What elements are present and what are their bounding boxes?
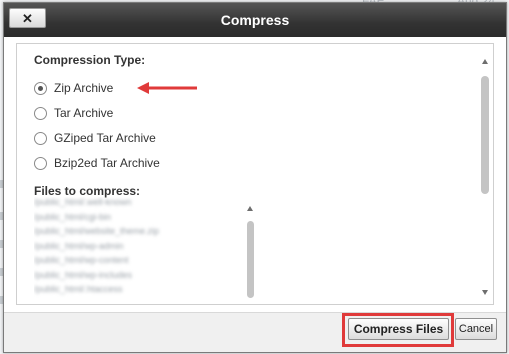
scrollbar-thumb[interactable]: [481, 76, 489, 194]
file-list: /public_html/.well-known /public_html/cg…: [34, 197, 254, 301]
dialog-scrollbar[interactable]: [480, 59, 490, 295]
compress-files-button[interactable]: Compress Files: [348, 318, 449, 340]
list-item: /public_html/wp-admin: [34, 240, 124, 251]
scroll-up-icon[interactable]: [482, 59, 488, 64]
radio-button[interactable]: [34, 106, 47, 120]
radio-button[interactable]: [34, 81, 47, 95]
radio-button[interactable]: [34, 156, 47, 170]
radio-label[interactable]: Zip Archive: [54, 81, 113, 95]
annotation-arrow-icon: [137, 82, 197, 94]
radio-label[interactable]: Tar Archive: [54, 106, 113, 120]
radio-label[interactable]: GZiped Tar Archive: [54, 131, 156, 145]
scrollbar-thumb[interactable]: [247, 221, 254, 298]
list-item: /public_html/wp-includes: [34, 269, 133, 280]
radio-zip-archive[interactable]: Zip Archive: [34, 79, 113, 97]
compression-type-label: Compression Type:: [34, 53, 146, 67]
list-item: /public_html/.htaccess: [34, 284, 123, 294]
scroll-up-icon[interactable]: [247, 206, 253, 211]
dialog-title: Compress: [220, 12, 290, 28]
dialog-body: Compression Type: Zip Archive Tar Archiv…: [16, 43, 494, 305]
radio-button[interactable]: [34, 131, 47, 145]
file-list-scrollbar[interactable]: [246, 206, 255, 301]
list-item: /public_html/website_theme.zip: [34, 226, 160, 236]
radio-gziped-tar-archive[interactable]: GZiped Tar Archive: [34, 129, 156, 147]
files-to-compress-label: Files to compress:: [34, 184, 141, 198]
list-item: /public_html/cgi-bin: [34, 211, 112, 222]
list-item: /public_html/wp-content: [34, 255, 129, 265]
compress-dialog: ✕ Compress Compression Type: Zip Archive…: [3, 2, 507, 353]
list-item: /public_html/.well-known: [34, 197, 132, 207]
dialog-titlebar: ✕ Compress: [4, 3, 506, 37]
radio-bzip2ed-tar-archive[interactable]: Bzip2ed Tar Archive: [34, 154, 160, 172]
radio-tar-archive[interactable]: Tar Archive: [34, 104, 113, 122]
radio-label[interactable]: Bzip2ed Tar Archive: [54, 156, 160, 170]
cancel-button[interactable]: Cancel: [455, 318, 497, 340]
scroll-down-icon[interactable]: [482, 290, 488, 295]
